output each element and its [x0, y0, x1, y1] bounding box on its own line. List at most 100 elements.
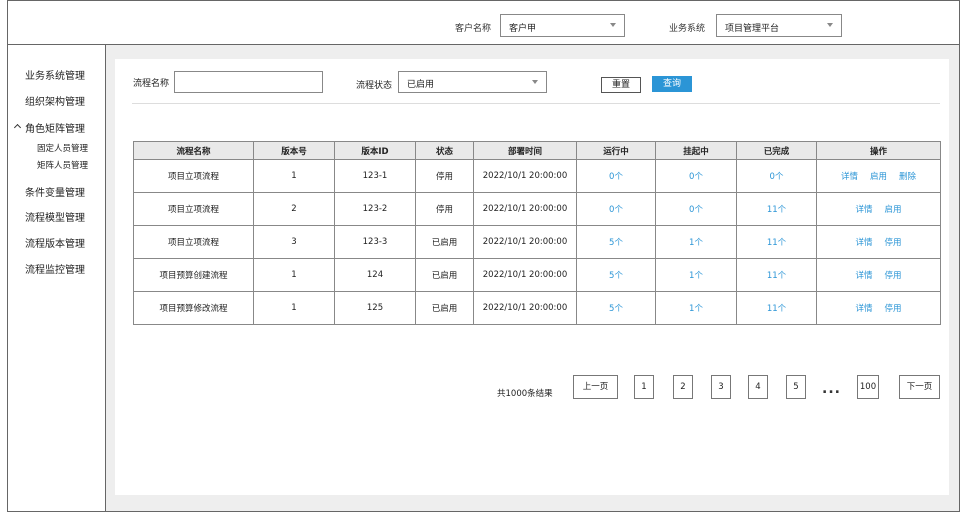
cell-completed-link[interactable]: 11个	[736, 192, 817, 226]
sidebar: 业务系统管理 组织架构管理 角色矩阵管理 固定人员管理 矩阵人员管理 条件变量管…	[8, 45, 106, 511]
cell-running-link[interactable]: 5个	[576, 258, 656, 292]
column-header: 运行中	[576, 141, 656, 160]
process-status-select-value: 已启用	[407, 80, 435, 90]
cell-version-id: 123-1	[334, 159, 416, 193]
cell-version: 3	[253, 225, 335, 259]
cell-completed-link[interactable]: 11个	[736, 291, 817, 325]
details-link[interactable]: 详情	[841, 172, 858, 182]
business-system-select-value: 项目管理平台	[725, 24, 780, 34]
cell-actions: 详情 启用 删除	[816, 159, 941, 193]
cell-status: 已启用	[415, 258, 474, 292]
chevron-down-icon	[532, 80, 538, 84]
sidebar-item-process-versions[interactable]: 流程版本管理	[25, 235, 85, 250]
cell-actions: 详情 停用	[816, 291, 941, 325]
cell-process-name: 项目预算创建流程	[133, 258, 254, 292]
page-button-5[interactable]: 5	[786, 375, 806, 399]
column-header: 操作	[816, 141, 941, 160]
details-link[interactable]: 详情	[855, 304, 872, 314]
query-button[interactable]: 查询	[652, 76, 692, 92]
sidebar-subitem-fixed-personnel[interactable]: 固定人员管理	[37, 142, 88, 154]
cell-suspended-link[interactable]: 1个	[655, 258, 737, 292]
sidebar-item-process-monitoring[interactable]: 流程监控管理	[25, 261, 85, 276]
cell-suspended-link[interactable]: 0个	[655, 192, 737, 226]
cell-deploy-time: 2022/10/1 20:00:00	[473, 192, 577, 226]
cell-deploy-time: 2022/10/1 20:00:00	[473, 258, 577, 292]
cell-completed-link[interactable]: 11个	[736, 225, 817, 259]
cell-deploy-time: 2022/10/1 20:00:00	[473, 225, 577, 259]
business-system-label: 业务系统	[669, 24, 706, 34]
process-table: 流程名称 版本号 版本ID 状态 部署时间 运行中 挂起中 已完成 操作 项目立…	[133, 141, 941, 325]
cell-completed-link[interactable]: 11个	[736, 258, 817, 292]
cell-version: 1	[253, 159, 335, 193]
details-link[interactable]: 详情	[855, 238, 872, 248]
process-status-select[interactable]: 已启用	[398, 71, 547, 93]
sidebar-subitem-matrix-personnel[interactable]: 矩阵人员管理	[37, 159, 88, 171]
chevron-down-icon	[827, 23, 833, 27]
cell-status: 已启用	[415, 225, 474, 259]
column-header: 状态	[415, 141, 474, 160]
chevron-down-icon	[610, 23, 616, 27]
cell-status: 已启用	[415, 291, 474, 325]
cell-process-name: 项目立项流程	[133, 192, 254, 226]
cell-process-name: 项目预算修改流程	[133, 291, 254, 325]
sidebar-item-role-matrix[interactable]: 角色矩阵管理	[25, 120, 85, 135]
top-filter-bar: 客户名称 客户甲 业务系统 项目管理平台	[8, 1, 959, 45]
cell-process-name: 项目立项流程	[133, 159, 254, 193]
cell-running-link[interactable]: 0个	[576, 192, 656, 226]
enable-link[interactable]: 启用	[885, 205, 902, 215]
cell-running-link[interactable]: 5个	[576, 291, 656, 325]
cell-actions: 详情 停用	[816, 258, 941, 292]
column-header: 版本ID	[334, 141, 416, 160]
details-link[interactable]: 详情	[855, 205, 872, 215]
cell-suspended-link[interactable]: 1个	[655, 225, 737, 259]
sidebar-item-org-structure[interactable]: 组织架构管理	[25, 93, 85, 108]
page-button-2[interactable]: 2	[673, 375, 693, 399]
pagination-total: 共1000条结果	[497, 389, 553, 399]
process-status-label: 流程状态	[356, 81, 393, 91]
customer-select-value: 客户甲	[509, 24, 537, 34]
cell-suspended-link[interactable]: 0个	[655, 159, 737, 193]
disable-link[interactable]: 停用	[885, 271, 902, 281]
cell-running-link[interactable]: 0个	[576, 159, 656, 193]
process-name-input[interactable]	[174, 71, 323, 93]
page-button-1[interactable]: 1	[634, 375, 654, 399]
cell-version-id: 125	[334, 291, 416, 325]
cell-deploy-time: 2022/10/1 20:00:00	[473, 159, 577, 193]
column-header: 流程名称	[133, 141, 254, 160]
main-panel: 流程名称 流程状态 已启用 重置 查询 流程名称 版本号 版本ID 状态 部署时…	[115, 59, 949, 495]
customer-select[interactable]: 客户甲	[500, 14, 625, 37]
prev-page-button[interactable]: 上一页	[573, 375, 618, 399]
customer-label: 客户名称	[455, 24, 492, 34]
cell-version-id: 124	[334, 258, 416, 292]
table-row: 项目预算修改流程 1 125 已启用 2022/10/1 20:00:00 5个…	[133, 291, 941, 325]
details-link[interactable]: 详情	[855, 271, 872, 281]
column-header: 挂起中	[655, 141, 737, 160]
table-header-row: 流程名称 版本号 版本ID 状态 部署时间 运行中 挂起中 已完成 操作	[133, 141, 941, 160]
cell-completed-link[interactable]: 0个	[736, 159, 817, 193]
business-system-select[interactable]: 项目管理平台	[716, 14, 842, 37]
cell-status: 停用	[415, 192, 474, 226]
table-row: 项目预算创建流程 1 124 已启用 2022/10/1 20:00:00 5个…	[133, 258, 941, 292]
disable-link[interactable]: 停用	[885, 304, 902, 314]
page-button-4[interactable]: 4	[748, 375, 768, 399]
sidebar-item-process-models[interactable]: 流程模型管理	[25, 209, 85, 224]
column-header: 部署时间	[473, 141, 577, 160]
page-button-3[interactable]: 3	[711, 375, 731, 399]
cell-suspended-link[interactable]: 1个	[655, 291, 737, 325]
disable-link[interactable]: 停用	[885, 238, 902, 248]
delete-link[interactable]: 删除	[899, 172, 916, 182]
cell-status: 停用	[415, 159, 474, 193]
reset-button[interactable]: 重置	[601, 77, 641, 93]
table-row: 项目立项流程 1 123-1 停用 2022/10/1 20:00:00 0个 …	[133, 159, 941, 193]
next-page-button[interactable]: 下一页	[899, 375, 940, 399]
cell-running-link[interactable]: 5个	[576, 225, 656, 259]
sidebar-item-business-systems[interactable]: 业务系统管理	[25, 67, 85, 82]
enable-link[interactable]: 启用	[870, 172, 887, 182]
cell-version-id: 123-2	[334, 192, 416, 226]
sidebar-item-condition-variables[interactable]: 条件变量管理	[25, 184, 85, 199]
cell-version: 1	[253, 291, 335, 325]
page-button-last[interactable]: 100	[857, 375, 879, 399]
column-header: 版本号	[253, 141, 335, 160]
cell-version: 2	[253, 192, 335, 226]
chevron-up-icon[interactable]	[13, 123, 22, 132]
